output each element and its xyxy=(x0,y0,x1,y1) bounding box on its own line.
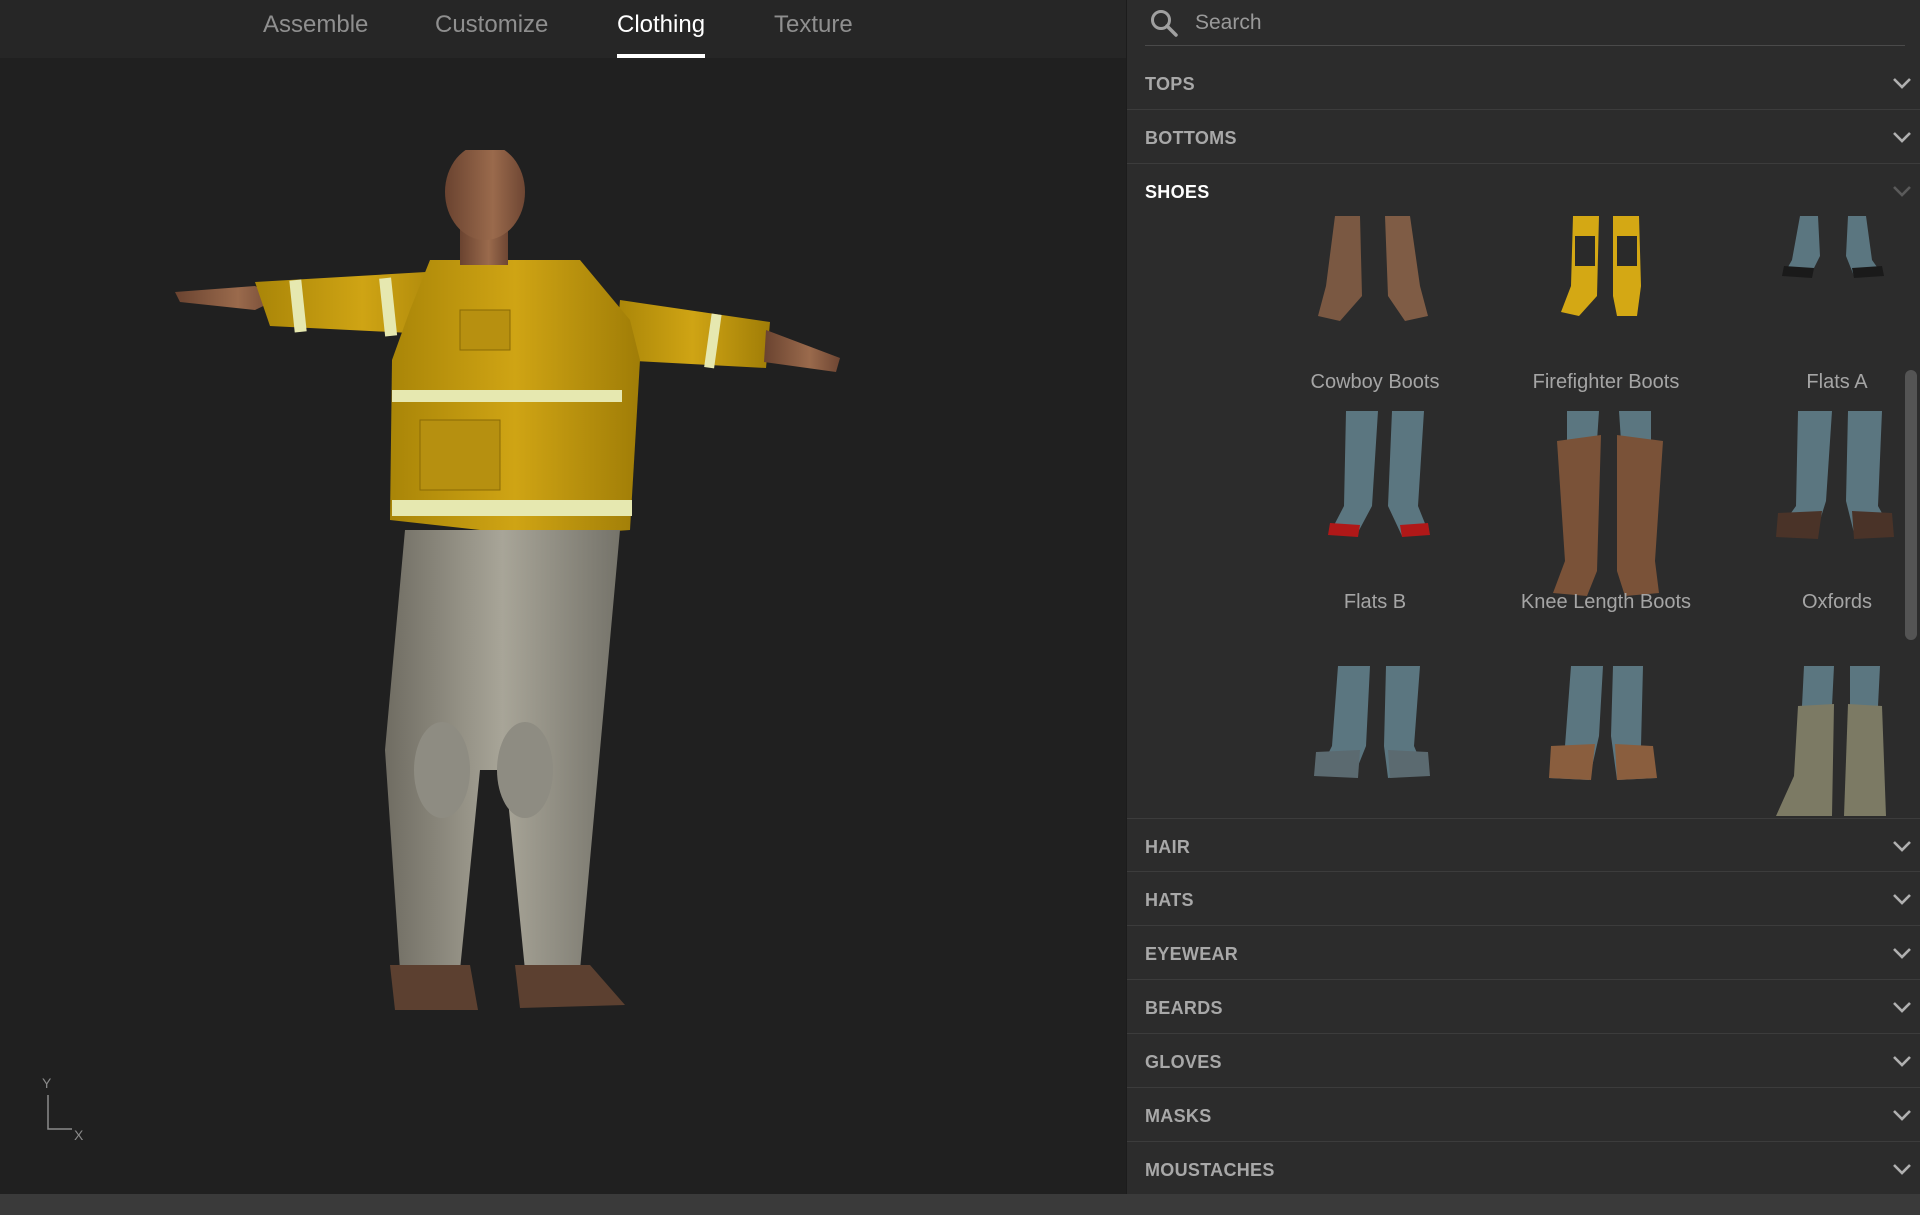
clothing-panel: TOPS BOTTOMS SHOES Cowboy Boots xyxy=(1126,0,1920,1194)
category-moustaches[interactable]: MOUSTACHES xyxy=(1127,1142,1920,1196)
shoe-item-sneakers[interactable] xyxy=(1260,666,1490,816)
category-tops[interactable]: TOPS xyxy=(1127,56,1920,110)
shoe-item-knee-length-boots[interactable]: Knee Length Boots xyxy=(1491,411,1721,621)
item-label: Cowboy Boots xyxy=(1310,371,1440,393)
firefighter-boots-thumbnail xyxy=(1561,216,1641,316)
search-input[interactable] xyxy=(1195,6,1885,40)
chevron-down-icon xyxy=(1893,1056,1911,1067)
left-knee-pad xyxy=(414,722,470,818)
chevron-down-icon xyxy=(1893,1164,1911,1175)
category-bottoms[interactable]: BOTTOMS xyxy=(1127,110,1920,164)
category-label: GLOVES xyxy=(1145,1052,1222,1072)
chevron-down-icon xyxy=(1893,894,1911,905)
right-hand xyxy=(764,330,840,372)
category-label: TOPS xyxy=(1145,74,1195,94)
character-model[interactable] xyxy=(160,150,850,1070)
category-hats[interactable]: HATS xyxy=(1127,872,1920,926)
3d-viewport[interactable]: Assemble Customize Clothing Texture Y X xyxy=(0,0,1126,1194)
head xyxy=(445,150,525,240)
chevron-down-icon xyxy=(1893,78,1911,89)
shoe-item-cowboy-boots[interactable]: Cowboy Boots xyxy=(1260,216,1490,396)
shoe-item-flats-b[interactable]: Flats B xyxy=(1260,411,1490,621)
category-label: HAIR xyxy=(1145,837,1191,857)
flats-a-thumbnail xyxy=(1782,216,1884,278)
category-label: BEARDS xyxy=(1145,998,1223,1018)
tab-customize[interactable]: Customize xyxy=(435,0,548,58)
category-label: BOTTOMS xyxy=(1145,128,1237,148)
chevron-down-icon xyxy=(1893,1110,1911,1121)
shoe-item-combat-boots[interactable] xyxy=(1722,666,1920,816)
category-eyewear[interactable]: EYEWEAR xyxy=(1127,926,1920,980)
shoe-item-work-boots[interactable] xyxy=(1491,666,1721,816)
lower-pocket xyxy=(419,419,501,491)
tab-texture[interactable]: Texture xyxy=(774,0,853,58)
mode-tab-bar: Assemble Customize Clothing Texture xyxy=(0,0,1126,58)
category-gloves[interactable]: GLOVES xyxy=(1127,1034,1920,1088)
item-label: Knee Length Boots xyxy=(1520,591,1692,613)
chevron-down-icon xyxy=(1893,841,1911,852)
right-knee-pad xyxy=(497,722,553,818)
cowboy-boots-thumbnail xyxy=(1318,216,1428,321)
tab-assemble[interactable]: Assemble xyxy=(263,0,368,58)
item-label: Flats B xyxy=(1343,591,1407,613)
category-hair[interactable]: HAIR xyxy=(1127,818,1920,872)
flats-b-thumbnail xyxy=(1328,411,1430,537)
tab-clothing[interactable]: Clothing xyxy=(617,0,706,58)
axis-y-label: Y xyxy=(42,1075,52,1091)
category-shoes[interactable]: SHOES xyxy=(1127,164,1920,218)
category-masks[interactable]: MASKS xyxy=(1127,1088,1920,1142)
oxfords-thumbnail xyxy=(1776,411,1894,539)
category-label: EYEWEAR xyxy=(1145,944,1239,964)
bottom-status-strip xyxy=(0,1194,1920,1215)
shoes-grid: Cowboy Boots Firefighter Boots Flats A F… xyxy=(1127,216,1920,816)
work-boots-thumbnail xyxy=(1549,666,1657,780)
chevron-down-icon xyxy=(1893,132,1911,143)
combat-boots-thumbnail xyxy=(1776,666,1886,816)
axis-x-label: X xyxy=(74,1127,84,1143)
scrollbar-thumb[interactable] xyxy=(1905,370,1917,640)
shoe-item-flats-a[interactable]: Flats A xyxy=(1722,216,1920,396)
category-beards[interactable]: BEARDS xyxy=(1127,980,1920,1034)
category-label: MASKS xyxy=(1145,1106,1212,1126)
chevron-down-icon xyxy=(1893,948,1911,959)
left-boot xyxy=(390,965,478,1010)
shoes-scrollbar[interactable] xyxy=(1902,370,1920,640)
category-label: HATS xyxy=(1145,890,1194,910)
sneakers-thumbnail xyxy=(1314,666,1430,778)
knee-length-boots-thumbnail xyxy=(1553,411,1663,596)
category-label: MOUSTACHES xyxy=(1145,1160,1275,1180)
axis-gizmo: Y X xyxy=(40,1075,100,1145)
jacket-hem-stripe xyxy=(392,500,632,516)
shoe-item-oxfords[interactable]: Oxfords xyxy=(1722,411,1920,621)
chevron-down-icon xyxy=(1893,186,1911,197)
character-creator-app: Assemble Customize Clothing Texture Y X … xyxy=(0,0,1920,1215)
right-boot xyxy=(515,965,625,1008)
chevron-down-icon xyxy=(1893,1002,1911,1013)
search-bar xyxy=(1145,0,1905,46)
chest-pocket xyxy=(459,309,511,351)
item-label: Flats A xyxy=(1806,371,1868,393)
item-label: Oxfords xyxy=(1801,591,1873,613)
category-label: SHOES xyxy=(1145,182,1210,202)
shoe-item-firefighter-boots[interactable]: Firefighter Boots xyxy=(1491,216,1721,396)
item-label: Firefighter Boots xyxy=(1532,371,1680,393)
search-icon xyxy=(1151,10,1178,37)
jacket-chest-stripe xyxy=(392,390,622,402)
